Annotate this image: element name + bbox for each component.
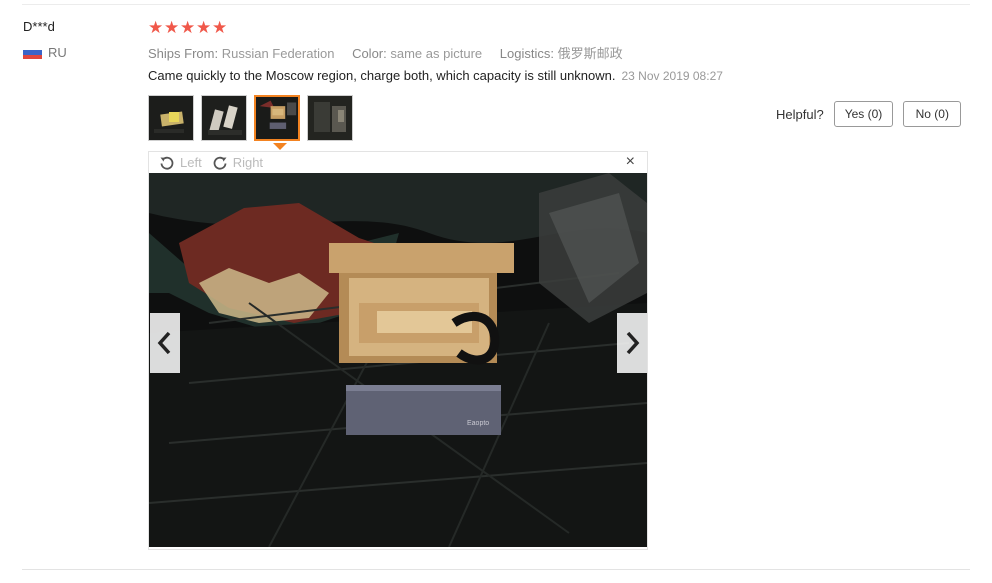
star-icon: ★ <box>148 18 164 37</box>
helpful-yes-button[interactable]: Yes (0) <box>833 101 894 127</box>
rotate-left-label: Left <box>180 155 202 170</box>
rotate-right-label: Right <box>232 155 264 170</box>
selected-thumbnail-pointer <box>273 143 287 150</box>
photo-thumbnail-1[interactable] <box>148 95 194 141</box>
rotate-right-button[interactable]: Right <box>212 155 263 171</box>
bottom-divider <box>22 569 970 570</box>
order-details: Ships From: Russian Federation Color: sa… <box>148 43 637 62</box>
star-icon: ★ <box>164 18 180 37</box>
review-feedback: Came quickly to the Moscow region, charg… <box>148 68 723 83</box>
viewer-toolbar: Left Right × <box>149 152 647 173</box>
color-value: same as picture <box>390 46 483 61</box>
star-icon: ★ <box>212 18 228 37</box>
photo-thumbnail-4[interactable] <box>307 95 353 141</box>
review-text: Came quickly to the Moscow region, charg… <box>148 68 616 83</box>
ships-from-label: Ships From: <box>148 46 219 61</box>
next-photo-button[interactable] <box>617 313 647 373</box>
previous-photo-button[interactable] <box>150 313 180 373</box>
photo-thumbnail-3[interactable] <box>254 95 300 141</box>
powerbank-brand-label: Eaopto <box>467 420 489 427</box>
photo-thumbnail-2[interactable] <box>201 95 247 141</box>
rotate-left-button[interactable]: Left <box>159 155 202 171</box>
close-icon[interactable]: × <box>626 154 635 170</box>
logistics-value: 俄罗斯邮政 <box>557 46 623 61</box>
logistics-label: Logistics: <box>499 46 554 61</box>
photo-viewer: Left Right × Eaopto <box>148 151 648 550</box>
ships-from-value: Russian Federation <box>221 46 335 61</box>
reviewer-country: RU <box>23 45 67 60</box>
country-code: RU <box>48 45 67 60</box>
photo-thumbnails <box>148 95 353 141</box>
star-icon: ★ <box>196 18 212 37</box>
star-icon: ★ <box>180 18 196 37</box>
rating-stars: ★ ★ ★ ★ ★ <box>148 18 228 37</box>
chevron-right-icon <box>626 331 640 355</box>
russia-flag-icon <box>23 46 42 59</box>
review-photo: Eaopto <box>149 173 647 547</box>
helpful-vote: Helpful? Yes (0) No (0) <box>776 101 962 127</box>
color-label: Color: <box>352 46 387 61</box>
chevron-left-icon <box>157 331 171 355</box>
helpful-no-button[interactable]: No (0) <box>903 101 962 127</box>
review-date: 23 Nov 2019 08:27 <box>621 69 723 83</box>
top-divider <box>22 4 970 5</box>
helpful-label: Helpful? <box>776 106 824 122</box>
reviewer-name: D***d <box>23 19 55 34</box>
rotate-right-icon <box>213 156 227 170</box>
rotate-left-icon <box>160 156 174 170</box>
